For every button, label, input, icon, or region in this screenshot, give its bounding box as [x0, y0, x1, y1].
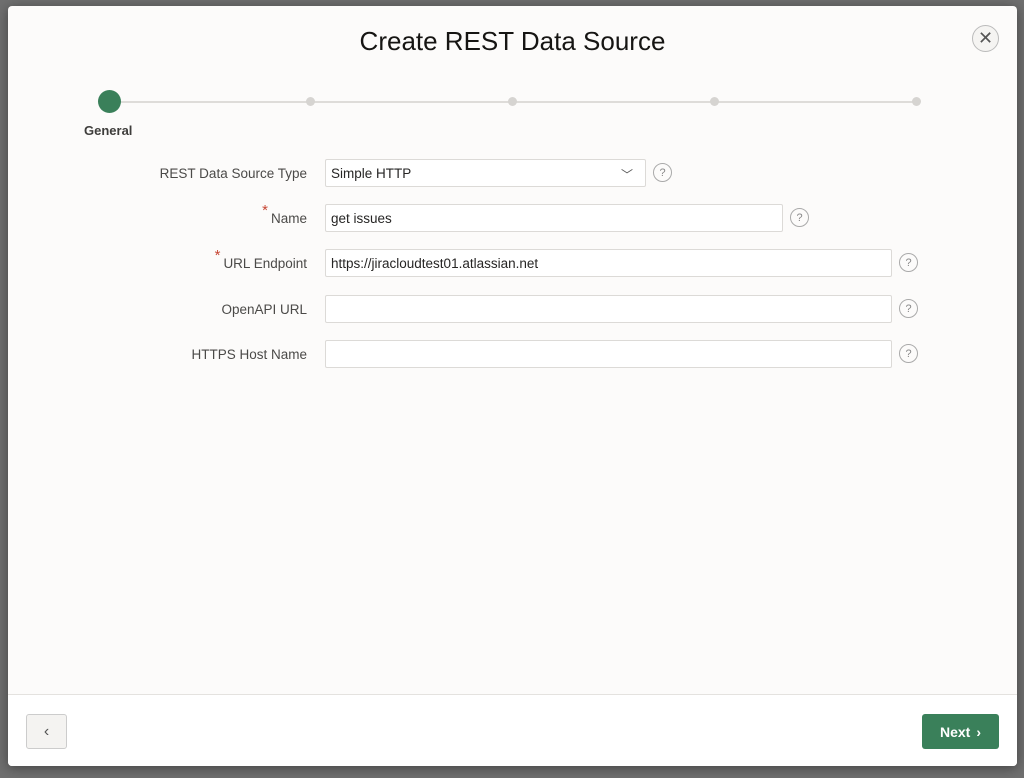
next-button[interactable]: Next ›	[922, 714, 999, 749]
wizard-step-general	[98, 90, 121, 113]
name-label: * Name	[262, 201, 307, 226]
url-endpoint-value: https://jiracloudtest01.atlassian.net	[331, 255, 539, 271]
help-icon[interactable]: ?	[899, 299, 918, 318]
rest-type-value: Simple HTTP	[331, 165, 412, 181]
wizard-step-4	[710, 97, 719, 106]
help-icon[interactable]: ?	[653, 163, 672, 182]
name-input[interactable]: get issues	[325, 204, 783, 232]
url-endpoint-input[interactable]: https://jiracloudtest01.atlassian.net	[325, 249, 892, 277]
dialog-footer: ‹ Next ›	[8, 694, 1017, 766]
required-icon: *	[214, 246, 221, 264]
close-icon: ✕	[977, 28, 994, 48]
rest-type-label: REST Data Source Type	[159, 165, 307, 181]
https-host-name-input[interactable]	[325, 340, 892, 368]
chevron-left-icon: ‹	[43, 722, 50, 740]
wizard-step-5	[912, 97, 921, 106]
name-value: get issues	[331, 210, 392, 226]
create-rest-data-source-dialog: Create REST Data Source ✕ General REST D…	[8, 6, 1017, 766]
required-icon: *	[262, 201, 268, 219]
chevron-right-icon: ›	[976, 723, 982, 740]
back-button[interactable]: ‹	[26, 714, 67, 749]
openapi-url-label: OpenAPI URL	[221, 301, 307, 317]
next-label: Next	[939, 723, 971, 740]
help-icon[interactable]: ?	[899, 344, 918, 363]
https-host-name-label: HTTPS Host Name	[191, 346, 307, 362]
url-endpoint-label: * URL Endpoint	[214, 246, 307, 271]
rest-type-select[interactable]: Simple HTTP ﹀	[325, 159, 646, 187]
wizard-step-2	[306, 97, 315, 106]
help-icon[interactable]: ?	[790, 208, 809, 227]
help-icon[interactable]: ?	[899, 253, 918, 272]
chevron-down-icon: ﹀	[620, 168, 633, 182]
dialog-title: Create REST Data Source	[359, 26, 666, 56]
wizard-step-label: General	[84, 123, 133, 138]
wizard-step-3	[508, 97, 517, 106]
openapi-url-input[interactable]	[325, 295, 892, 323]
close-button[interactable]: ✕	[972, 25, 999, 52]
